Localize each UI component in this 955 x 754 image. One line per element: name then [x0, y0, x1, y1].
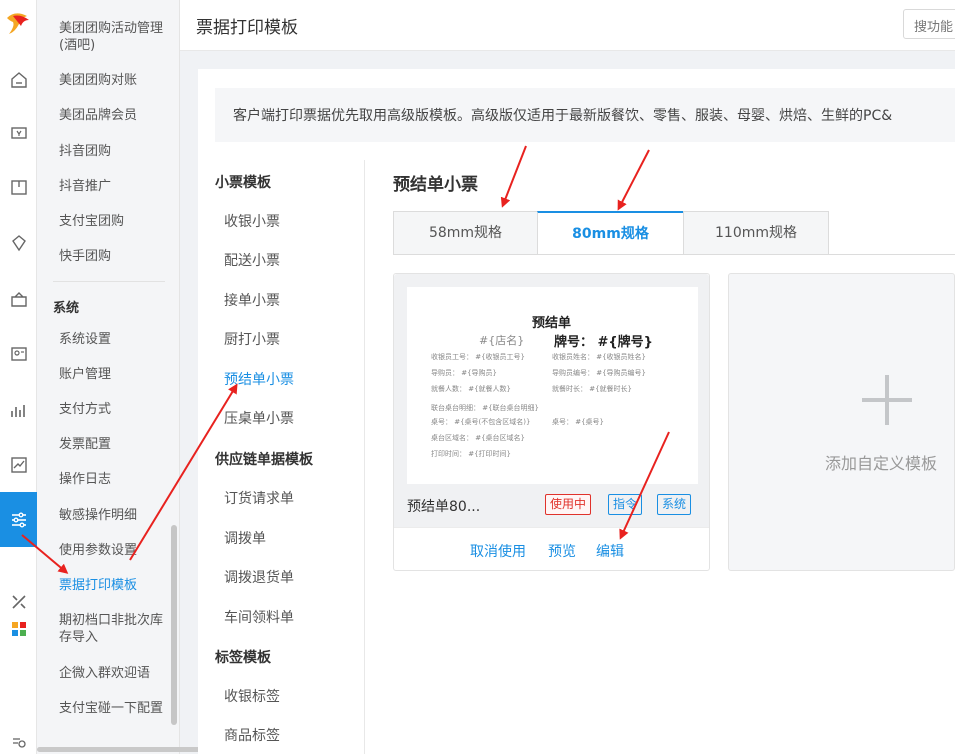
menu-item-meituan-brand-member[interactable]: 美团品牌会员	[59, 107, 174, 124]
template-transfer[interactable]: 调拨单	[224, 528, 266, 548]
template-preview: 预结单 #{店名} 牌号： #{牌号} 收银员工号： #{收银员工号} 收银员姓…	[407, 287, 698, 484]
add-custom-template-card[interactable]: 添加自定义模板	[728, 273, 955, 571]
preview-line: 联台桌台明细： #{联台桌台明细}	[431, 404, 539, 412]
menu-item-stock-import[interactable]: 期初档口非批次库存导入	[59, 612, 174, 646]
menu-item-param-settings[interactable]: 使用参数设置	[59, 542, 174, 559]
preview-line: 收银员工号： #{收银员工号}	[431, 353, 525, 361]
menu-divider	[53, 281, 165, 282]
template-table-receipt[interactable]: 压桌单小票	[224, 408, 294, 428]
template-transfer-return[interactable]: 调拨退货单	[224, 567, 294, 587]
member-icon[interactable]	[0, 223, 37, 263]
settings-sliders-icon[interactable]	[0, 492, 37, 547]
template-cashier-label[interactable]: 收银标签	[224, 686, 280, 706]
status-badge-in-use: 使用中	[545, 494, 592, 515]
menu-item-payment-methods[interactable]: 支付方式	[59, 401, 174, 418]
cancel-use-link[interactable]: 取消使用	[470, 541, 526, 561]
apps-icon[interactable]	[0, 609, 37, 649]
template-workshop-requisition[interactable]: 车间领料单	[224, 607, 294, 627]
template-order-receipt[interactable]: 接单小票	[224, 290, 280, 310]
menu-item-alipay-tap[interactable]: 支付宝碰一下配置	[59, 700, 174, 717]
menu-item-douyin-promotion[interactable]: 抖音推广	[59, 178, 174, 195]
template-pre-settlement-receipt[interactable]: 预结单小票	[224, 369, 294, 389]
template-delivery-receipt[interactable]: 配送小票	[224, 250, 280, 270]
goods-icon[interactable]	[0, 167, 37, 207]
menu-item-invoice-config[interactable]: 发票配置	[59, 436, 174, 453]
menu-scrollbar[interactable]	[171, 525, 177, 725]
menu-item-meituan-group-activity[interactable]: 美团团购活动管理(酒吧)	[59, 20, 174, 54]
main-panel: 客户端打印票据优先取用高级版模板。高级版仅适用于最新版餐饮、零售、服装、母婴、烘…	[198, 69, 955, 754]
preview-plate: 牌号： #{牌号}	[554, 335, 653, 350]
menu-item-douyin-group[interactable]: 抖音团购	[59, 143, 174, 160]
preview-line: 收银员姓名： #{收银员姓名}	[552, 353, 646, 361]
tab-110mm[interactable]: 110mm规格	[683, 211, 829, 255]
home-icon[interactable]	[0, 60, 37, 100]
status-badge-command: 指令	[608, 494, 643, 515]
preview-line: 导购员： #{导购员}	[431, 369, 497, 377]
menu-item-meituan-reconciliation[interactable]: 美团团购对账	[59, 72, 174, 89]
preview-line: 就餐人数： #{就餐人数}	[431, 385, 511, 393]
cashier-icon[interactable]	[0, 113, 37, 153]
menu-item-print-templates[interactable]: 票据打印模板	[59, 577, 174, 594]
report-icon[interactable]	[0, 390, 37, 430]
icon-rail	[0, 0, 37, 754]
preview-line: 桌台区域名： #{桌台区域名}	[431, 434, 525, 442]
preview-line: 桌号： #{桌号}	[552, 418, 604, 426]
preview-line: 桌号： #{桌号(不包含区域名)}	[431, 418, 531, 426]
menu-item-kuaishou-group[interactable]: 快手团购	[59, 248, 174, 265]
notice-banner: 客户端打印票据优先取用高级版模板。高级版仅适用于最新版餐饮、零售、服装、母婴、烘…	[215, 88, 955, 142]
menu-item-operation-log[interactable]: 操作日志	[59, 471, 174, 488]
menu-item-alipay-group[interactable]: 支付宝团购	[59, 213, 174, 230]
template-name: 预结单80...	[407, 499, 481, 515]
staff-icon[interactable]	[0, 334, 37, 374]
logo-icon	[7, 13, 29, 34]
menu-item-sensitive-ops[interactable]: 敏感操作明细	[59, 507, 174, 524]
template-preview-area[interactable]: 预结单 #{店名} 牌号： #{牌号} 收银员工号： #{收银员工号} 收银员姓…	[394, 274, 709, 527]
menu-item-account-management[interactable]: 账户管理	[59, 366, 174, 383]
category-receipt: 小票模板	[215, 175, 271, 191]
add-custom-template-label: 添加自定义模板	[825, 454, 938, 473]
page-title: 票据打印模板	[196, 18, 298, 38]
preview-line: 导购员编号： #{导购员编号}	[552, 369, 646, 377]
template-goods-label[interactable]: 商品标签	[224, 725, 280, 745]
preview-line: 打印时间： #{打印时间}	[431, 450, 511, 458]
edit-link[interactable]: 编辑	[596, 541, 624, 561]
plus-icon	[885, 375, 889, 425]
menu-item-system-settings[interactable]: 系统设置	[59, 331, 174, 348]
tab-80mm[interactable]: 80mm规格	[537, 211, 684, 255]
tabs-underline	[393, 254, 955, 255]
tab-58mm[interactable]: 58mm规格	[393, 211, 538, 255]
card-divider	[394, 527, 709, 528]
page-header: 票据打印模板 搜功能	[180, 0, 955, 51]
preview-store: #{店名}	[479, 334, 525, 347]
secondary-menu: 美团团购活动管理(酒吧) 美团团购对账 美团品牌会员 抖音团购 抖音推广 支付宝…	[37, 0, 180, 754]
menu-item-wecom-welcome[interactable]: 企微入群欢迎语	[59, 665, 174, 682]
preview-link[interactable]: 预览	[548, 541, 576, 561]
template-kitchen-receipt[interactable]: 厨打小票	[224, 329, 280, 349]
template-order-request[interactable]: 订货请求单	[224, 488, 294, 508]
preview-line: 就餐时长： #{就餐时长}	[552, 385, 632, 393]
search-input[interactable]: 搜功能	[903, 9, 955, 39]
preview-title: 预结单	[532, 316, 572, 331]
status-badge-system: 系统	[657, 494, 692, 515]
list-divider	[364, 160, 365, 754]
section-title: 预结单小票	[393, 175, 478, 195]
category-supply-chain: 供应链单据模板	[215, 452, 313, 468]
category-label: 标签模板	[215, 650, 271, 666]
template-cashier-receipt[interactable]: 收银小票	[224, 211, 280, 231]
search-menu-icon[interactable]	[0, 730, 37, 754]
analysis-icon[interactable]	[0, 445, 37, 485]
marketing-icon[interactable]	[0, 280, 37, 320]
menu-section-system: 系统	[53, 301, 80, 316]
template-card: 预结单 #{店名} 牌号： #{牌号} 收银员工号： #{收银员工号} 收银员姓…	[393, 273, 710, 571]
